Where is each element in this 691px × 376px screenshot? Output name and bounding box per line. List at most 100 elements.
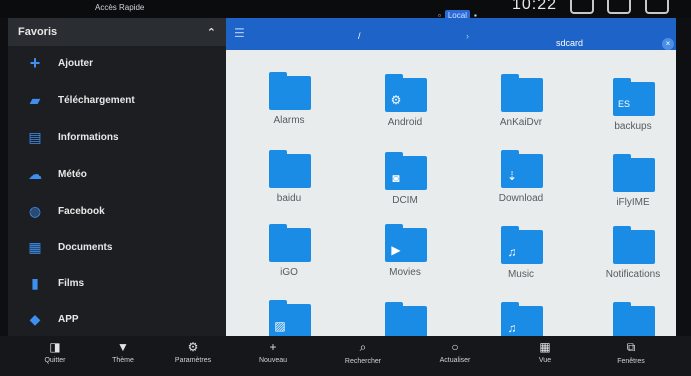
sidebar-item-facebook[interactable]: ◍ Facebook [8,196,226,226]
folder-icon [385,302,427,336]
sidebar-item-label: APP [58,313,79,325]
folder-icon [613,302,655,336]
folder-label: Android [387,117,423,128]
folder-icon [613,154,655,192]
folder-item[interactable]: AnKaiDvr [466,70,576,142]
weather-icon: ☁ [28,165,42,182]
download-icon: ⇣ [506,169,518,183]
folder-label: DCIM [392,195,418,206]
window-restore-icon[interactable] [570,0,594,14]
menu-icon[interactable]: ☰ [234,26,245,40]
sidebar-item-label: Facebook [58,205,105,217]
quick-access-label[interactable]: Accès Rapide [95,3,144,12]
sidebar-item-app[interactable]: ◆ APP [8,304,226,334]
search-button[interactable]: ⌕ Rechercher [328,340,398,365]
sidebar-item-telechargement[interactable]: ▰ Téléchargement [8,85,226,115]
folder-item[interactable] [578,298,676,336]
sidebar-item-label: Films [58,277,85,289]
sidebar-item-label: Informations [58,131,119,143]
sidebar: Favoris ⌃ + Ajouter ▰ Téléchargement ▤ I… [8,18,226,336]
app-icon: ◆ [29,310,41,327]
camera-icon: ◙ [392,171,400,185]
new-button[interactable]: + Nouveau [238,340,308,364]
refresh-label: Actualiser [439,357,471,364]
image-icon: ▨ [274,319,286,333]
windows-label: Fenêtres [617,358,645,365]
music-icon: ♫ [507,245,517,259]
settings-button[interactable]: ⚙ Paramètres [158,340,228,364]
folder-label: Alarms [273,115,305,126]
music-icon: ♫ [507,321,517,335]
plus-icon: + [29,52,41,73]
folder-item[interactable]: iFlyIME [578,150,676,222]
folder-item[interactable]: ⇣ Download [466,146,576,218]
folder-icon [613,226,655,264]
documents-icon: ▦ [28,238,42,255]
theme-label: Thème [112,357,134,364]
path-root[interactable]: / [358,31,361,41]
chevron-up-icon[interactable]: ⌃ [207,26,216,39]
exit-icon: ◨ [49,340,61,354]
folder-icon [269,72,311,110]
quit-label: Quitter [44,357,66,364]
theme-button[interactable]: ▼ Thème [88,340,158,364]
status-strip: Accès Rapide 10:22 ▫ Local ▪ [0,0,691,21]
download-folder-icon: ▰ [29,91,41,108]
folder-item[interactable] [350,298,460,336]
window-maximize-icon[interactable] [607,0,631,14]
folder-item[interactable]: iGO [234,220,344,292]
sidebar-item-label: Téléchargement [58,94,135,106]
folder-icon [501,74,543,112]
sidebar-item-label: Ajouter [58,57,93,69]
back-icon[interactable] [645,0,669,14]
folder-item[interactable]: baidu [234,146,344,218]
refresh-icon: ○ [451,340,459,354]
folder-item[interactable]: ◙ DCIM [350,148,460,220]
folder-label: Movies [389,267,421,278]
folder-item[interactable]: ⚙ Android [350,70,460,142]
view-button[interactable]: ▦ Vue [510,340,580,364]
folder-item[interactable]: ♫ [466,298,576,336]
sidebar-item-informations[interactable]: ▤ Informations [8,122,226,152]
folder-icon [269,224,311,262]
gear-icon: ⚙ [187,340,199,354]
windows-button[interactable]: ⧉ Fenêtres [596,340,666,365]
grid-icon: ▦ [539,340,551,354]
globe-icon: ◍ [28,202,42,219]
document-icon: ▤ [28,128,42,145]
sidebar-item-ajouter[interactable]: + Ajouter [8,48,226,78]
folder-item[interactable]: ES backups [578,74,676,146]
sidebar-item-documents[interactable]: ▦ Documents [8,232,226,262]
folder-icon [269,150,311,188]
folder-grid: Alarms ⚙ Android AnKaiDvr ES backups bai… [226,50,676,336]
shirt-icon: ▼ [117,340,129,354]
favorites-title: Favoris [18,26,58,38]
quit-button[interactable]: ◨ Quitter [20,340,90,364]
folder-item[interactable]: Notifications [578,222,676,294]
close-icon[interactable]: × [662,38,674,50]
settings-label: Paramètres [174,357,212,364]
path-bar: ☰ / › sdcard × [226,18,676,50]
sidebar-item-label: Météo [58,168,87,180]
gear-icon: ⚙ [390,93,402,107]
folder-label: backups [614,121,652,132]
search-label: Rechercher [344,358,382,365]
folder-item[interactable]: Alarms [234,68,344,140]
film-icon: ▮ [31,274,39,291]
folder-item[interactable]: ♫ Music [466,222,576,294]
path-separator-icon: › [466,31,469,41]
favorites-header[interactable]: Favoris ⌃ [8,18,226,46]
folder-label: baidu [276,193,302,204]
folder-item[interactable]: ▶ Movies [350,220,460,292]
refresh-button[interactable]: ○ Actualiser [420,340,490,364]
bottom-toolbar: ◨ Quitter ▼ Thème ⚙ Paramètres + Nouveau… [0,336,691,376]
folder-label: Music [507,269,535,280]
sidebar-item-films[interactable]: ▮ Films [8,268,226,298]
folder-label: iFlyIME [616,197,650,208]
plus-icon: + [269,340,277,354]
path-current[interactable]: sdcard [556,38,583,48]
sidebar-item-meteo[interactable]: ☁ Météo [8,159,226,189]
folder-item[interactable]: ▨ [234,296,344,336]
file-browser: ☰ / › sdcard × Alarms ⚙ Android AnKaiDvr… [226,18,676,336]
new-label: Nouveau [258,357,288,364]
